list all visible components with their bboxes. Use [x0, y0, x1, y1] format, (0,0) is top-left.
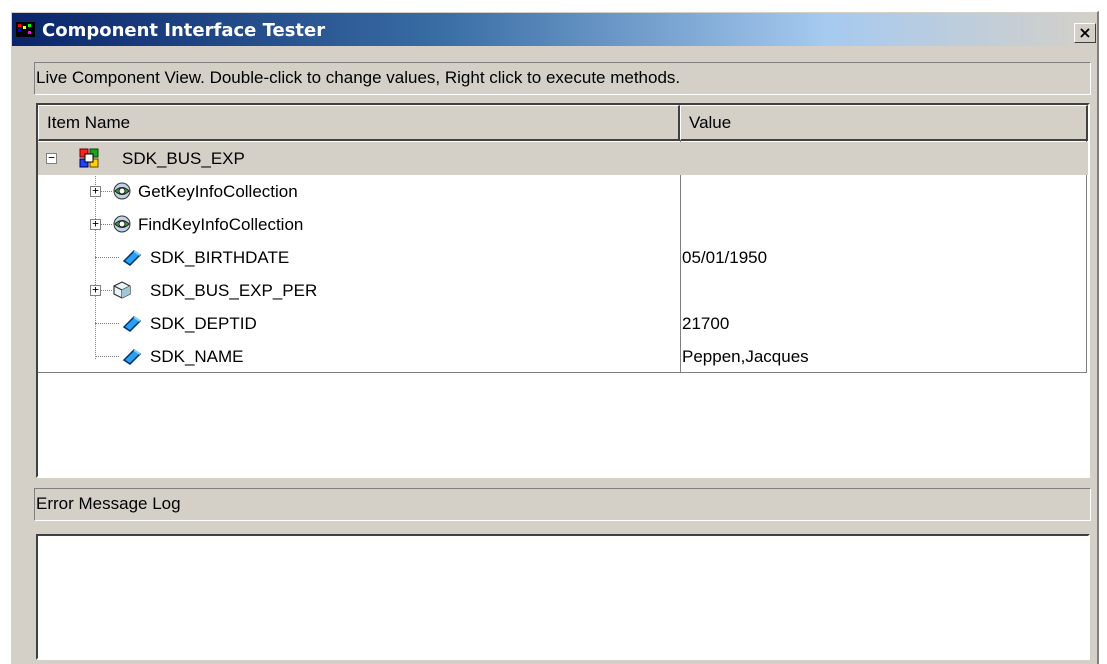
- cube-icon: [113, 281, 131, 299]
- tree-row-sdk-bus-exp[interactable]: − SDK_BUS_EXP: [38, 142, 1088, 175]
- tree-item-label: GetKeyInfoCollection: [138, 182, 298, 201]
- collection-icon: [113, 215, 131, 233]
- tree-item-value[interactable]: 21700: [682, 307, 729, 340]
- tree-item-label: SDK_NAME: [150, 347, 244, 366]
- window-title: Component Interface Tester: [42, 20, 326, 41]
- close-button[interactable]: ×: [1074, 23, 1096, 43]
- tree-row-sdk-name[interactable]: SDK_NAME Peppen,Jacques: [38, 340, 1088, 373]
- column-header-item-name[interactable]: Item Name: [38, 105, 680, 141]
- tree-item-label: SDK_BUS_EXP_PER: [150, 281, 318, 300]
- property-icon: [122, 250, 142, 266]
- expand-toggle[interactable]: +: [90, 185, 101, 197]
- app-icon: [16, 22, 35, 37]
- tree-row-sdk-birthdate[interactable]: SDK_BIRTHDATE 05/01/1950: [38, 241, 1088, 274]
- tree-item-label: SDK_BUS_EXP: [122, 149, 245, 168]
- tree-row-getkeyinfocollection[interactable]: + GetKeyInfoCollection: [38, 175, 1088, 208]
- property-icon: [122, 316, 142, 332]
- error-message-log[interactable]: [36, 534, 1090, 660]
- title-bar[interactable]: Component Interface Tester ×: [12, 13, 1097, 46]
- tree-row-sdk-bus-exp-per[interactable]: + SDK_BUS_EXP_PER: [38, 274, 1088, 307]
- live-view-hint: Live Component View. Double-click to cha…: [34, 62, 1091, 95]
- tree-item-value[interactable]: Peppen,Jacques: [682, 340, 809, 373]
- tree-item-label: SDK_DEPTID: [150, 314, 257, 333]
- tree-item-label: FindKeyInfoCollection: [138, 215, 304, 234]
- column-header-value[interactable]: Value: [680, 105, 1088, 141]
- collection-icon: [113, 182, 131, 200]
- collapse-toggle[interactable]: −: [46, 152, 57, 164]
- tree-row-findkeyinfocollection[interactable]: + FindKeyInfoCollection: [38, 208, 1088, 241]
- property-icon: [122, 349, 142, 365]
- expand-toggle[interactable]: +: [90, 218, 101, 230]
- component-interface-tester-window: Component Interface Tester × Live Compon…: [10, 11, 1099, 664]
- error-log-label: Error Message Log: [34, 488, 1091, 521]
- tree-item-label: SDK_BIRTHDATE: [150, 248, 290, 267]
- component-icon: [79, 148, 99, 168]
- component-tree-view[interactable]: Item Name Value − SDK_BUS_EXP + GetKeyIn…: [36, 103, 1090, 478]
- tree-row-sdk-deptid[interactable]: SDK_DEPTID 21700: [38, 307, 1088, 340]
- tree-item-value[interactable]: 05/01/1950: [682, 241, 767, 274]
- expand-toggle[interactable]: +: [90, 284, 101, 296]
